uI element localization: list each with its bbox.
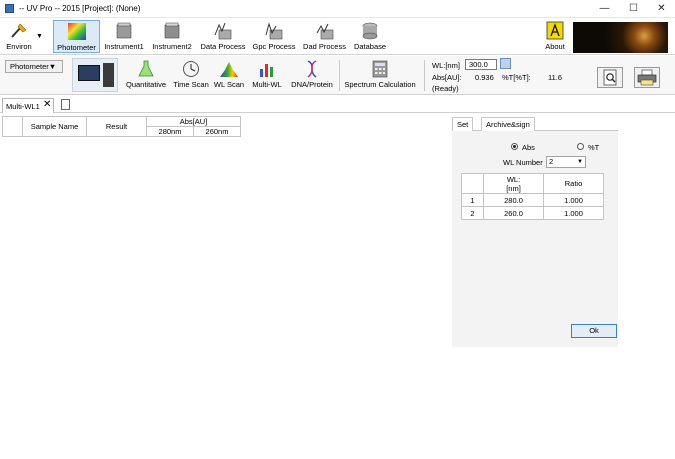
abs-radio[interactable] [511,143,518,150]
close-button[interactable]: ✕ [647,0,675,18]
document-tab-strip: Multi-WL1 ✕ [0,96,675,113]
computer-image [72,58,118,92]
column-header-result[interactable]: Result [86,116,147,137]
column-header-sample-name[interactable]: Sample Name [22,116,87,137]
row-header-cell [2,116,23,137]
row-header-cell [461,173,484,194]
set-wl-button[interactable] [500,58,511,69]
ok-button[interactable]: Ok [571,324,617,338]
table-row[interactable]: 1 280.0 1.000 [461,193,604,207]
instrument1-icon [116,22,132,39]
dna-icon [307,60,317,78]
time-scan-button[interactable]: Time Scan [172,60,210,89]
settings-tab-strip: Set Archive&sign [452,116,618,131]
column-header-wl: WL: [nm] [483,173,544,194]
data-process-button[interactable]: Data Process [199,20,247,53]
app-icon [5,4,14,13]
ratio-cell[interactable]: 1.000 [543,206,604,220]
wl-cell[interactable]: 260.0 [483,206,544,220]
percent-t-radio[interactable] [577,143,584,150]
minimize-button[interactable]: — [590,0,619,18]
percent-t-radio-label: %T [588,143,600,152]
about-button[interactable]: About [541,20,569,53]
column-header-abs[interactable]: Abs[AU] [146,116,241,127]
database-icon [362,22,378,40]
tab-set[interactable]: Set [452,117,474,131]
new-document-icon[interactable] [61,99,70,110]
calculator-icon [372,60,388,78]
status-text: (Ready) [432,84,459,93]
wl-number-select[interactable]: 2 ▼ [546,156,586,168]
environ-dropdown-icon[interactable]: ▼ [36,33,43,40]
photometer-mode-select[interactable]: Photometer▼ [5,60,63,73]
percent-t-label: %T[%T]: [502,73,531,82]
magnifier-document-icon [603,69,617,86]
gpc-process-icon [265,22,283,40]
wl-cell[interactable]: 280.0 [483,193,544,207]
spectrum-peak-icon [220,62,238,77]
column-header-260nm[interactable]: 260nm [193,126,241,137]
measurement-table: Sample Name Result Abs[AU] 280nm 260nm [2,116,241,137]
flask-icon [138,60,154,77]
table-row[interactable]: 2 260.0 1.000 [461,206,604,220]
tab-multi-wl1[interactable]: Multi-WL1 ✕ [2,98,54,113]
percent-t-value: 11.6 [548,73,563,82]
column-header-ratio: Ratio [543,173,604,194]
wl-input[interactable]: 300.0 [465,59,497,70]
bar-chart-icon [260,64,273,77]
window-title: -- UV Pro -- 2015 [Project]: (None) [19,4,141,13]
function-toolbar: Photometer▼ Quantitative Time Scan WL Sc… [0,56,675,95]
ratio-cell[interactable]: 1.000 [543,193,604,207]
brand-image [573,22,668,53]
multi-wl-button[interactable]: Multi-WL [249,60,285,89]
photometer-button[interactable]: Photometer [53,20,100,53]
photometer-icon [67,23,86,40]
print-button[interactable] [634,67,660,88]
clock-icon [183,61,199,77]
instrument1-button[interactable]: Instrument1 [103,20,145,53]
tab-archive-sign[interactable]: Archive&sign [481,117,535,131]
database-button[interactable]: Database [351,20,389,53]
wl-scan-button[interactable]: WL Scan [213,60,245,89]
dad-process-icon [316,23,333,40]
main-toolbar: Environ ▼ Photometer Instrument1 Instrum… [0,18,675,55]
wl-number-label: WL Number [503,158,543,167]
quantitative-button[interactable]: Quantitative [124,60,168,89]
gpc-process-button[interactable]: Gpc Process [251,20,297,53]
measure-button[interactable] [597,67,623,88]
chevron-down-icon: ▼ [577,159,583,165]
abs-label: Abs[AU]: [432,73,462,82]
dad-process-button[interactable]: Dad Process [301,20,348,53]
dna-protein-button[interactable]: DNA/Protein [288,60,336,89]
printer-icon [637,69,657,86]
toolbar-divider [339,60,340,91]
instrument2-button[interactable]: Instrument2 [150,20,194,53]
spectrum-calculation-button[interactable]: Spectrum Calculation [342,60,418,89]
data-process-icon [214,22,232,40]
toolbar-divider [424,60,425,91]
title-bar: -- UV Pro -- 2015 [Project]: (None) — ☐ … [0,0,675,18]
abs-value: 0.936 [475,73,494,82]
maximize-button[interactable]: ☐ [619,0,648,18]
about-icon [546,21,564,40]
wl-label: WL:[nm] [432,61,460,70]
environ-button[interactable]: Environ [3,20,35,53]
environ-icon [11,23,27,38]
column-header-280nm[interactable]: 280nm [146,126,194,137]
instrument2-icon [164,22,180,39]
wavelength-table: WL: [nm] Ratio 1 280.0 1.000 2 260.0 1.0… [461,173,604,220]
close-tab-icon[interactable]: ✕ [43,99,51,110]
abs-radio-label: Abs [522,143,535,152]
